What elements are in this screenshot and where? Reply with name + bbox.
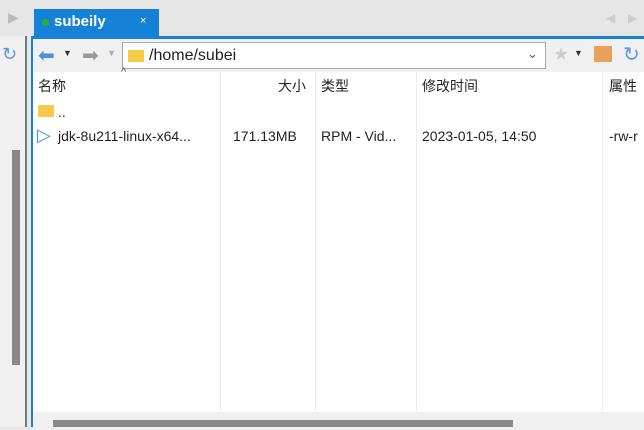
tab-bar: ▶ subeily × ◀ ▶ [0,0,644,36]
file-row[interactable]: ▷ jdk-8u211-linux-x64... 171.13MB RPM - … [33,124,644,148]
column-name[interactable]: 名称 [38,72,66,100]
column-modified[interactable]: 修改时间 [422,72,478,100]
file-name: jdk-8u211-linux-x64... [58,128,191,144]
refresh-icon[interactable]: ↻ [2,44,17,65]
scroll-left-icon[interactable]: ▶ [8,9,19,26]
file-type: RPM - Vid... [321,128,397,144]
sort-ascending-icon: ^ [121,66,127,78]
refresh-icon[interactable]: ↻ [623,42,640,67]
forward-icon[interactable]: ➡ [82,43,99,68]
connected-status-icon [42,19,49,26]
vertical-scrollbar[interactable] [12,150,20,365]
bookmark-star-icon[interactable]: ★ [553,44,569,65]
local-pane: ↻ [0,36,27,427]
session-tab[interactable]: subeily × [34,9,159,36]
chevron-down-icon[interactable]: ⌄ [527,46,538,62]
back-icon[interactable]: ⬅ [38,43,55,68]
column-type[interactable]: 类型 [321,72,349,100]
file-size: 171.13MB [233,128,297,144]
forward-dropdown-icon[interactable]: ▼ [107,48,116,58]
tab-prev-icon[interactable]: ◀ [606,11,615,25]
column-size[interactable]: 大小 [278,72,306,100]
tab-next-icon[interactable]: ▶ [628,11,637,25]
path-text: /home/subei [149,47,237,64]
bookmark-dropdown-icon[interactable]: ▼ [574,48,583,58]
file-modified: 2023-01-05, 14:50 [422,128,537,144]
folder-icon [128,50,144,62]
tab-close-button[interactable]: × [140,15,146,27]
tab-title: subeily [54,13,106,30]
back-dropdown-icon[interactable]: ▼ [63,48,72,58]
home-folder-icon[interactable] [594,46,612,62]
folder-icon [38,105,54,117]
path-input[interactable]: /home/subei ⌄ [122,42,546,69]
horizontal-scrollbar[interactable] [53,420,513,427]
remote-pane: ⬅ ▼ ➡ ▼ /home/subei ⌄ ★ ▼ ↻ ^ 名称 大小 类型 修… [31,36,644,430]
file-attributes: -rw-r [609,128,638,144]
file-name: .. [58,104,66,120]
file-row-parent[interactable]: .. [33,100,644,124]
rpm-file-icon: ▷ [37,125,51,145]
column-attributes[interactable]: 属性 [609,72,637,100]
column-header: ^ 名称 大小 类型 修改时间 属性 [33,66,644,100]
